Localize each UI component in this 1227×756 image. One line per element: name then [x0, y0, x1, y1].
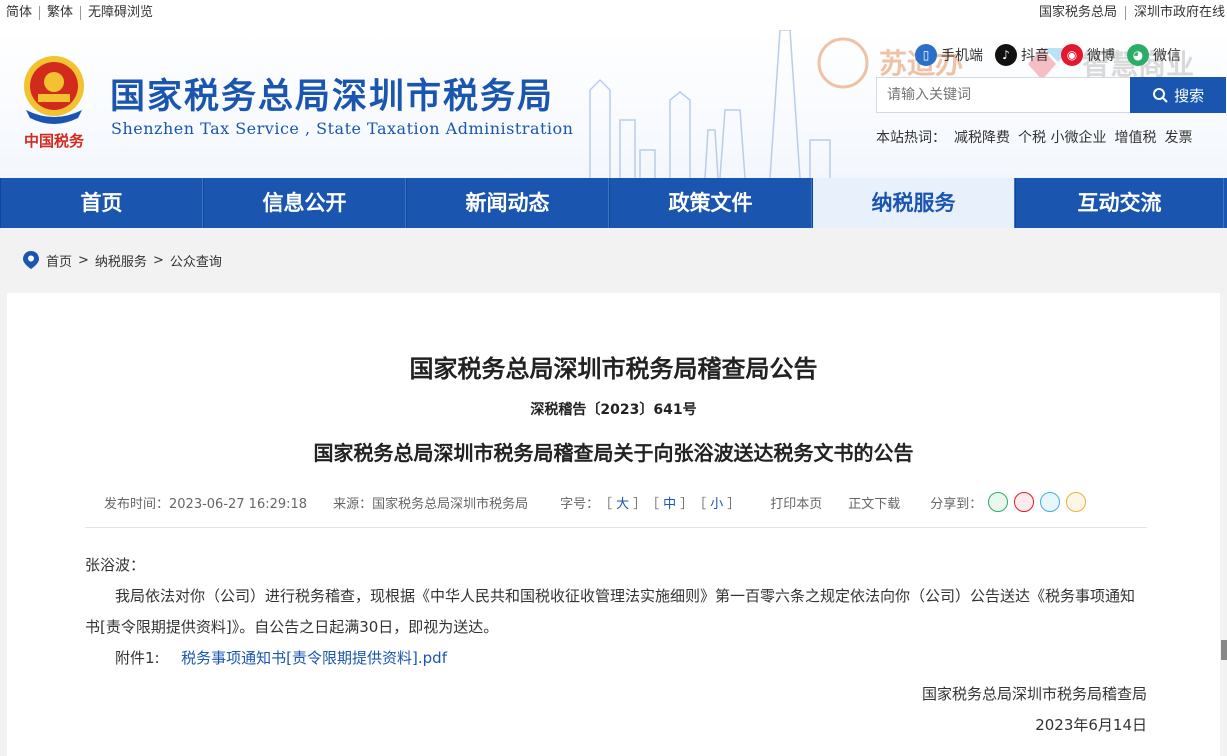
breadcrumb-tax-service[interactable]: 纳税服务 — [95, 251, 147, 270]
social-weibo-label: 微博 — [1087, 48, 1115, 64]
signing-organization: 国家税务总局深圳市税务局稽查局 — [921, 685, 1147, 703]
emblem-caption: 中国税务 — [24, 132, 85, 150]
share-label: 分享到： — [930, 496, 983, 512]
share-wechat-icon[interactable] — [988, 492, 1009, 512]
site-header: 中国税务 国家税务总局深圳市税务局 Shenzhen Tax Service ,… — [0, 30, 1227, 178]
nav-home[interactable]: 首页 — [0, 178, 203, 228]
hot-word[interactable]: 个税 小微企业 — [1018, 127, 1106, 147]
social-douyin[interactable]: ♪ 抖音 — [995, 44, 1049, 66]
social-links: ▯ 手机端 ♪ 抖音 ◉ 微博 ◕ 微信 — [915, 44, 1181, 66]
nav-news[interactable]: 新闻动态 — [406, 178, 609, 228]
document-number: 深税稽告〔2023〕641号 — [530, 402, 697, 418]
social-wechat-label: 微信 — [1153, 48, 1181, 64]
attachment-link[interactable]: 税务事项通知书[责令限期提供资料].pdf — [181, 649, 447, 667]
search-bar: 搜索 — [876, 77, 1226, 113]
top-utility-bar: 简体 繁体 无障碍浏览 国家税务总局 深圳市政府在线 — [0, 0, 1227, 30]
body-paragraph: 我局依法对你（公司）进行税务稽查，现根据《中华人民共和国税收征收管理法实施细则》… — [85, 587, 1136, 636]
attachment-label: 附件1: — [115, 649, 160, 667]
salutation: 张浴波： — [85, 556, 146, 574]
social-douyin-label: 抖音 — [1021, 48, 1049, 64]
breadcrumb-home[interactable]: 首页 — [46, 251, 72, 270]
nav-interaction[interactable]: 互动交流 — [1015, 178, 1224, 228]
font-size-medium[interactable]: 中 — [659, 493, 680, 512]
city-skyline-illustration — [589, 30, 831, 178]
social-mobile[interactable]: ▯ 手机端 — [915, 44, 983, 66]
share-weibo-icon[interactable] — [1014, 492, 1035, 512]
article-title: 国家税务总局深圳市税务局稽查局公告 — [409, 355, 818, 383]
hot-words: 本站热词： 减税降费 个税 小微企业 增值税 发票 — [876, 127, 1192, 147]
font-size-large[interactable]: 大 — [612, 493, 633, 512]
scrollbar-thumb[interactable] — [1221, 640, 1227, 660]
hot-word[interactable]: 增值税 — [1114, 127, 1156, 147]
hot-word[interactable]: 减税降费 — [954, 127, 1010, 147]
share-qq-icon[interactable] — [1040, 492, 1061, 512]
tax-emblem-logo: 中国税务 — [24, 56, 85, 150]
font-size-small[interactable]: 小 — [706, 493, 727, 512]
breadcrumb: 首页 > 纳税服务 > 公众查询 — [22, 250, 222, 270]
meta-divider — [85, 527, 1147, 528]
douyin-icon: ♪ — [995, 44, 1017, 66]
link-accessibility[interactable]: 无障碍浏览 — [81, 6, 160, 20]
search-icon — [1153, 88, 1168, 103]
main-nav: 首页 信息公开 新闻动态 政策文件 纳税服务 互动交流 — [0, 178, 1227, 228]
attachment-line: 附件1: 税务事项通知书[责令限期提供资料].pdf — [85, 643, 1147, 674]
font-size-label: 字号： — [560, 496, 600, 512]
link-sat[interactable]: 国家税务总局 — [1031, 6, 1126, 20]
weibo-icon: ◉ — [1061, 44, 1083, 66]
search-button[interactable]: 搜索 — [1130, 77, 1226, 113]
download-button[interactable]: 正文下载 — [848, 493, 900, 512]
external-links: 国家税务总局 深圳市政府在线 — [1031, 6, 1225, 20]
social-mobile-label: 手机端 — [941, 48, 983, 64]
article-panel: 国家税务总局深圳市税务局稽查局公告 深税稽告〔2023〕641号 国家税务总局深… — [7, 293, 1220, 756]
social-weibo[interactable]: ◉ 微博 — [1061, 44, 1115, 66]
search-button-label: 搜索 — [1174, 86, 1205, 105]
signature-block: 国家税务总局深圳市税务局稽查局 2023年6月14日 — [922, 679, 1147, 741]
link-sz-gov[interactable]: 深圳市政府在线 — [1126, 6, 1225, 20]
article-source: 来源：国家税务总局深圳市税务局 — [333, 496, 529, 512]
language-links: 简体 繁体 无障碍浏览 — [6, 6, 160, 20]
publish-time: 发布时间：2023-06-27 16:29:18 — [104, 496, 308, 512]
hot-word[interactable]: 发票 — [1164, 127, 1192, 147]
article-meta: 发布时间：2023-06-27 16:29:18 来源：国家税务总局深圳市税务局… — [104, 492, 1144, 512]
wechat-icon: ◕ — [1127, 44, 1149, 66]
breadcrumb-public-query[interactable]: 公众查询 — [170, 251, 222, 270]
link-simplified[interactable]: 简体 — [6, 6, 41, 20]
nav-policy[interactable]: 政策文件 — [609, 178, 812, 228]
location-pin-icon — [23, 251, 39, 269]
breadcrumb-separator: > — [78, 252, 89, 268]
signing-date: 2023年6月14日 — [1035, 716, 1147, 734]
mobile-icon: ▯ — [915, 44, 937, 66]
article-body: 张浴波： 我局依法对你（公司）进行税务稽查，现根据《中华人民共和国税收征收管理法… — [85, 550, 1147, 674]
share-qzone-icon[interactable] — [1066, 492, 1087, 512]
article-subtitle: 国家税务总局深圳市税务局稽查局关于向张浴波送达税务文书的公告 — [313, 441, 914, 465]
link-traditional[interactable]: 繁体 — [40, 6, 82, 20]
print-button[interactable]: 打印本页 — [770, 493, 822, 512]
nav-tax-service[interactable]: 纳税服务 — [812, 178, 1015, 228]
breadcrumb-separator: > — [152, 252, 164, 268]
search-input[interactable] — [876, 77, 1131, 113]
social-wechat[interactable]: ◕ 微信 — [1127, 44, 1181, 66]
nav-info-disclosure[interactable]: 信息公开 — [203, 178, 406, 228]
hot-words-label: 本站热词： — [876, 130, 946, 146]
